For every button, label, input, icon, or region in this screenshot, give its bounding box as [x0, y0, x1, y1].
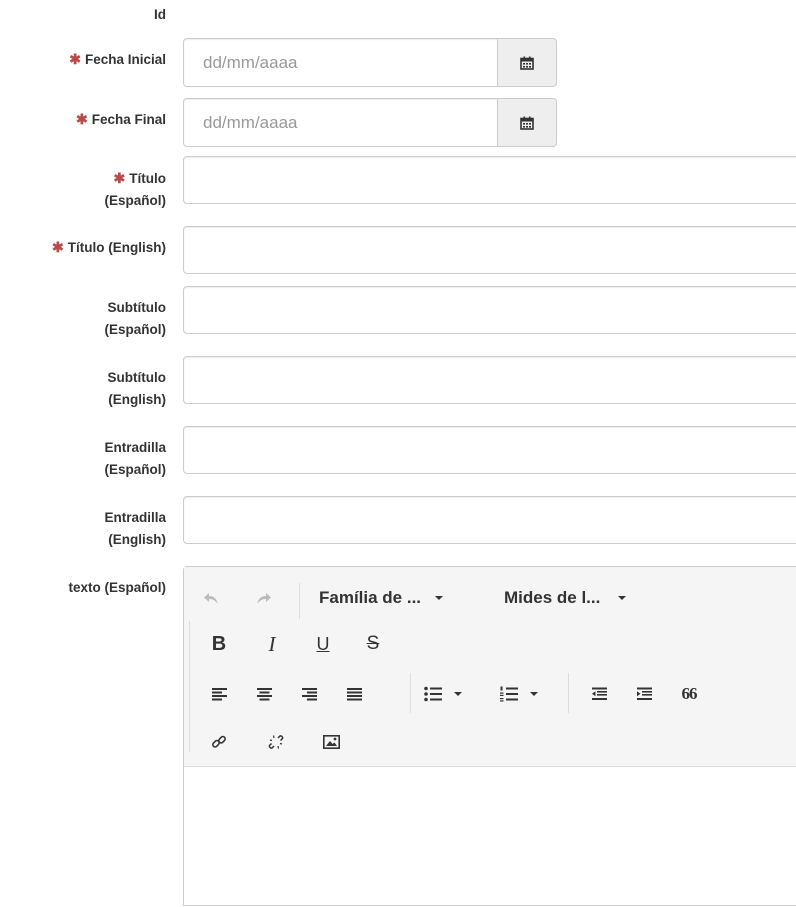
bullet-list-icon [424, 686, 442, 702]
toolbar-group-border [189, 621, 190, 752]
toolbar-separator [299, 583, 300, 619]
entradilla-en-label-line2: (English) [108, 532, 166, 547]
align-center-icon [256, 688, 272, 701]
align-right-button[interactable] [294, 679, 324, 709]
chevron-down-icon [618, 596, 627, 600]
image-icon [322, 735, 340, 749]
fecha-inicial-calendar-button[interactable] [497, 38, 557, 87]
chevron-down-icon [454, 692, 462, 696]
subtitulo-en-label-line1: Subtítulo [107, 370, 166, 385]
link-icon [212, 735, 226, 748]
fecha-inicial-label-text: Fecha Inicial [84, 52, 166, 67]
font-family-label: Família de ... [319, 588, 422, 607]
chevron-down-icon [435, 596, 444, 600]
fecha-inicial-label: ✱ Fecha Inicial [69, 48, 166, 71]
toolbar-separator [568, 673, 569, 713]
unlink-button[interactable] [261, 727, 291, 757]
titulo-es-label-line2: (Español) [104, 193, 166, 208]
required-marker: ✱ [75, 111, 88, 127]
underline-icon: U [316, 633, 330, 654]
strikethrough-button[interactable]: S [358, 629, 388, 659]
titulo-en-label-text: Título (English) [67, 240, 166, 255]
titulo-es-label-line1: ✱ Título [104, 167, 166, 190]
subtitulo-es-input[interactable] [183, 286, 796, 334]
font-size-label: Mides de l... [504, 588, 601, 607]
undo-button[interactable] [196, 583, 226, 613]
calendar-icon [520, 116, 534, 130]
align-left-icon [211, 688, 227, 701]
undo-icon [204, 593, 218, 604]
subtitulo-en-label: Subtítulo (English) [108, 367, 166, 411]
titulo-es-label: ✱ Título (Español) [104, 167, 166, 212]
chevron-down-icon [530, 692, 538, 696]
entradilla-es-label-line2: (Español) [104, 462, 166, 477]
align-justify-icon [346, 688, 362, 701]
align-left-button[interactable] [204, 679, 234, 709]
align-justify-button[interactable] [339, 679, 369, 709]
subtitulo-es-label: Subtítulo (Español) [104, 297, 166, 341]
subtitulo-en-label-line2: (English) [108, 392, 166, 407]
id-label: Id [154, 7, 166, 22]
font-size-dropdown[interactable]: Mides de l... [504, 583, 627, 613]
link-button[interactable] [204, 727, 234, 757]
fecha-final-label: ✱ Fecha Final [76, 108, 166, 131]
fecha-final-calendar-button[interactable] [497, 98, 557, 147]
blockquote-icon: 66 [681, 684, 698, 703]
entradilla-es-label-line1: Entradilla [104, 440, 166, 455]
outdent-icon [591, 687, 607, 700]
editor-toolbar: Família de ... Mides de l... B I U S 66 [184, 567, 796, 767]
redo-button[interactable] [249, 583, 279, 613]
numbered-list-button[interactable] [500, 679, 560, 709]
subtitulo-es-label-line2: (Español) [104, 322, 166, 337]
titulo-en-input[interactable] [183, 226, 796, 274]
bullet-list-button[interactable] [424, 679, 484, 709]
indent-button[interactable] [629, 679, 659, 709]
outdent-button[interactable] [584, 679, 614, 709]
entradilla-en-label-line1: Entradilla [104, 510, 166, 525]
rich-text-editor: Família de ... Mides de l... B I U S 66 [183, 566, 796, 906]
indent-icon [636, 687, 652, 700]
toolbar-separator [410, 673, 411, 713]
align-right-icon [301, 688, 317, 701]
unlink-icon [268, 735, 284, 749]
calendar-icon [520, 56, 534, 70]
bold-icon: B [211, 632, 227, 655]
fecha-inicial-input[interactable]: dd/mm/aaaa [183, 38, 498, 87]
titulo-es-input[interactable] [183, 156, 796, 204]
required-marker: ✱ [113, 170, 126, 186]
bold-button[interactable]: B [204, 629, 234, 659]
titulo-es-label-word: Título [129, 171, 166, 186]
texto-es-label: texto (Español) [68, 580, 166, 595]
entradilla-es-label: Entradilla (Español) [104, 437, 166, 481]
required-marker: ✱ [69, 51, 81, 67]
subtitulo-en-input[interactable] [183, 356, 796, 404]
italic-button[interactable]: I [257, 629, 287, 659]
entradilla-es-input[interactable] [183, 426, 796, 474]
strikethrough-icon: S [366, 633, 380, 654]
align-center-button[interactable] [249, 679, 279, 709]
insert-image-button[interactable] [316, 727, 346, 757]
underline-button[interactable]: U [308, 629, 338, 659]
entradilla-en-label: Entradilla (English) [104, 507, 166, 551]
font-family-dropdown[interactable]: Família de ... [319, 583, 444, 613]
italic-icon: I [268, 631, 276, 656]
editor-content-area[interactable] [184, 767, 796, 907]
numbered-list-icon [500, 686, 518, 702]
entradilla-en-input[interactable] [183, 496, 796, 544]
fecha-final-input[interactable]: dd/mm/aaaa [183, 98, 498, 147]
required-marker: ✱ [52, 239, 64, 255]
subtitulo-es-label-line1: Subtítulo [107, 300, 166, 315]
redo-icon [257, 593, 271, 604]
titulo-en-label: ✱ Título (English) [52, 236, 166, 259]
fecha-final-label-text: Fecha Final [91, 112, 166, 127]
blockquote-button[interactable]: 66 [674, 679, 704, 709]
